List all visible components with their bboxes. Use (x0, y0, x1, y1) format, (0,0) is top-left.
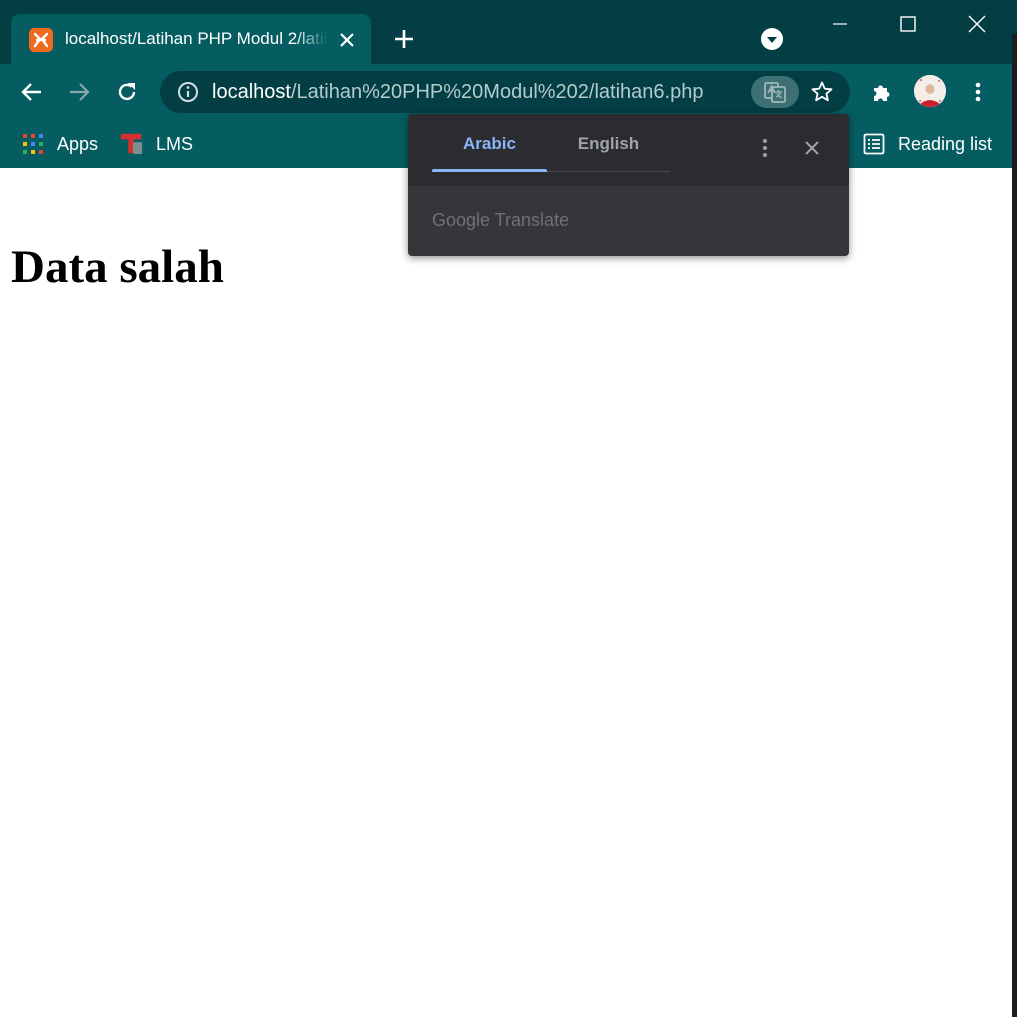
reading-list-icon (862, 132, 886, 156)
title-bar: localhost/Latihan PHP Modul 2/latihan6.p… (0, 0, 1012, 65)
google-translate-logo: Google Translate (432, 210, 570, 230)
bookmark-apps-label: Apps (57, 133, 99, 154)
translate-close-icon[interactable] (799, 134, 825, 162)
translate-bubble: Arabic English Google Translate (408, 114, 849, 256)
forward-icon[interactable] (63, 76, 95, 108)
tab-title: localhost/Latihan PHP Modul 2/latihan6.p… (65, 29, 327, 48)
reading-list-label: Reading list (898, 133, 993, 154)
page-heading: Data salah (11, 241, 224, 293)
lms-icon (120, 132, 144, 156)
tab-target-language[interactable]: English (547, 134, 670, 162)
translate-icon[interactable] (751, 76, 799, 108)
browser-tab-active[interactable]: localhost/Latihan PHP Modul 2/latihan6.p… (11, 14, 371, 65)
tab-search-icon[interactable] (760, 27, 784, 51)
window-edge (1012, 0, 1017, 1017)
bookmark-lms-label: LMS (156, 133, 194, 154)
translate-bubble-header: Arabic English (408, 114, 849, 186)
xampp-favicon-icon (29, 28, 53, 52)
url-text[interactable]: localhost/Latihan%20PHP%20Modul%202/lati… (212, 81, 703, 104)
tab-divider (547, 171, 670, 172)
active-tab-indicator (432, 169, 547, 172)
url-path: /Latihan%20PHP%20Modul%202/latihan6.php (290, 81, 704, 103)
page-viewport: Data salah (0, 168, 1012, 1017)
reload-icon[interactable] (111, 76, 143, 108)
profile-avatar[interactable] (914, 75, 946, 107)
browser-toolbar: localhost/Latihan%20PHP%20Modul%202/lati… (0, 64, 1012, 120)
extensions-icon[interactable] (866, 76, 898, 108)
apps-grid-icon (21, 132, 45, 156)
tab-source-language[interactable]: Arabic (432, 134, 547, 162)
omnibox[interactable]: localhost/Latihan%20PHP%20Modul%202/lati… (160, 71, 850, 113)
new-tab-plus-icon[interactable] (390, 25, 418, 53)
maximize-icon[interactable] (873, 0, 943, 48)
bookmark-lms[interactable]: LMS (120, 128, 193, 160)
more-vert-icon[interactable] (962, 76, 994, 108)
minimize-icon[interactable] (805, 0, 875, 48)
back-icon[interactable] (16, 76, 48, 108)
window-close-icon[interactable] (942, 0, 1012, 48)
bookmark-star-icon[interactable] (808, 78, 836, 106)
translate-options-more-icon[interactable] (753, 134, 777, 162)
reading-list-button[interactable]: Reading list (862, 128, 992, 160)
tab-close-icon[interactable] (335, 28, 359, 52)
url-host: localhost (212, 81, 291, 103)
info-icon[interactable] (176, 80, 200, 104)
bookmark-apps[interactable]: Apps (21, 128, 98, 160)
